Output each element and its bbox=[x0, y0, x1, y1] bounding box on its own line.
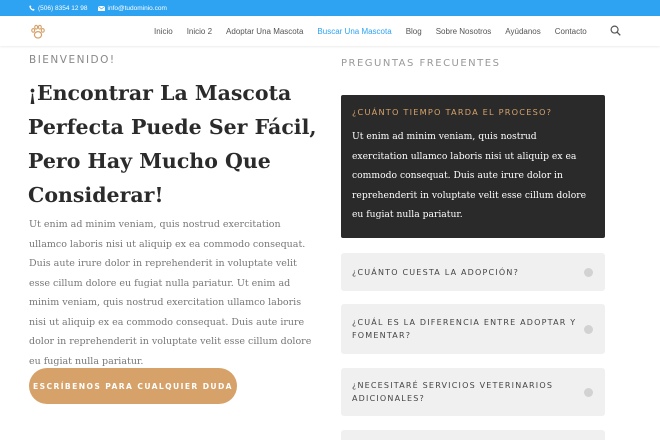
phone-contact[interactable]: (506) 8354 12 98 bbox=[29, 5, 88, 12]
nav-item-inicio-2[interactable]: Inicio 2 bbox=[187, 27, 212, 36]
faq-question: ¿CUÁNTO CUESTA LA ADOPCIÓN? bbox=[352, 267, 520, 277]
nav-item-adoptar[interactable]: Adoptar Una Mascota bbox=[226, 27, 303, 36]
toggle-icon bbox=[584, 387, 593, 397]
faq-answer: Ut enim ad minim veniam, quis nostrud ex… bbox=[352, 131, 587, 220]
nav-item-contacto[interactable]: Contacto bbox=[555, 27, 587, 36]
hero-eyebrow: BIENVENIDO! bbox=[29, 54, 116, 66]
faq-section-title: PREGUNTAS FRECUENTES bbox=[341, 58, 501, 69]
search-icon[interactable] bbox=[610, 25, 621, 36]
faq-item[interactable]: ¿NECESITARÉ SERVICIOS VETERINARIOS ADICI… bbox=[341, 368, 605, 416]
envelope-icon bbox=[97, 5, 105, 11]
hero-title: ¡Encontrar La Mascota Perfecta Puede Ser… bbox=[28, 81, 317, 207]
faq-question[interactable]: ¿CUÁNTO TIEMPO TARDA EL PROCESO? bbox=[352, 107, 594, 117]
nav-item-blog[interactable]: Blog bbox=[406, 27, 422, 36]
nav-item-buscar[interactable]: Buscar Una Mascota bbox=[317, 27, 391, 36]
nav-item-sobre-nosotros[interactable]: Sobre Nosotros bbox=[436, 27, 492, 36]
faq-question: ¿NECESITARÉ SERVICIOS VETERINARIOS ADICI… bbox=[352, 381, 554, 403]
faq-item[interactable] bbox=[341, 430, 605, 440]
phone-number: (506) 8354 12 98 bbox=[38, 4, 88, 12]
site-header: Inicio Inicio 2 Adoptar Una Mascota Busc… bbox=[0, 16, 660, 46]
nav-item-ayudanos[interactable]: Ayúdanos bbox=[505, 27, 540, 36]
contact-cta-button[interactable]: ESCRÍBENOS PARA CUALQUIER DUDA bbox=[29, 368, 237, 404]
email-address: info@tudominio.com bbox=[107, 4, 167, 12]
main-nav: Inicio Inicio 2 Adoptar Una Mascota Busc… bbox=[154, 16, 601, 46]
top-bar: (506) 8354 12 98 info@tudominio.com bbox=[0, 0, 660, 16]
nav-item-inicio[interactable]: Inicio bbox=[154, 27, 173, 36]
phone-icon bbox=[29, 5, 35, 11]
faq-item[interactable]: ¿CUÁL ES LA DIFERENCIA ENTRE ADOPTAR Y F… bbox=[341, 304, 605, 354]
faq-item[interactable]: ¿CUÁNTO CUESTA LA ADOPCIÓN? bbox=[341, 253, 605, 291]
toggle-icon bbox=[584, 324, 593, 334]
hero-body: Ut enim ad minim veniam, quis nostrud ex… bbox=[29, 219, 312, 367]
faq-item-open[interactable]: ¿CUÁNTO TIEMPO TARDA EL PROCESO? Ut enim… bbox=[341, 95, 605, 238]
toggle-icon bbox=[584, 267, 593, 277]
paw-icon[interactable] bbox=[30, 24, 46, 40]
email-contact[interactable]: info@tudominio.com bbox=[97, 4, 167, 12]
faq-question: ¿CUÁL ES LA DIFERENCIA ENTRE ADOPTAR Y F… bbox=[352, 318, 577, 340]
